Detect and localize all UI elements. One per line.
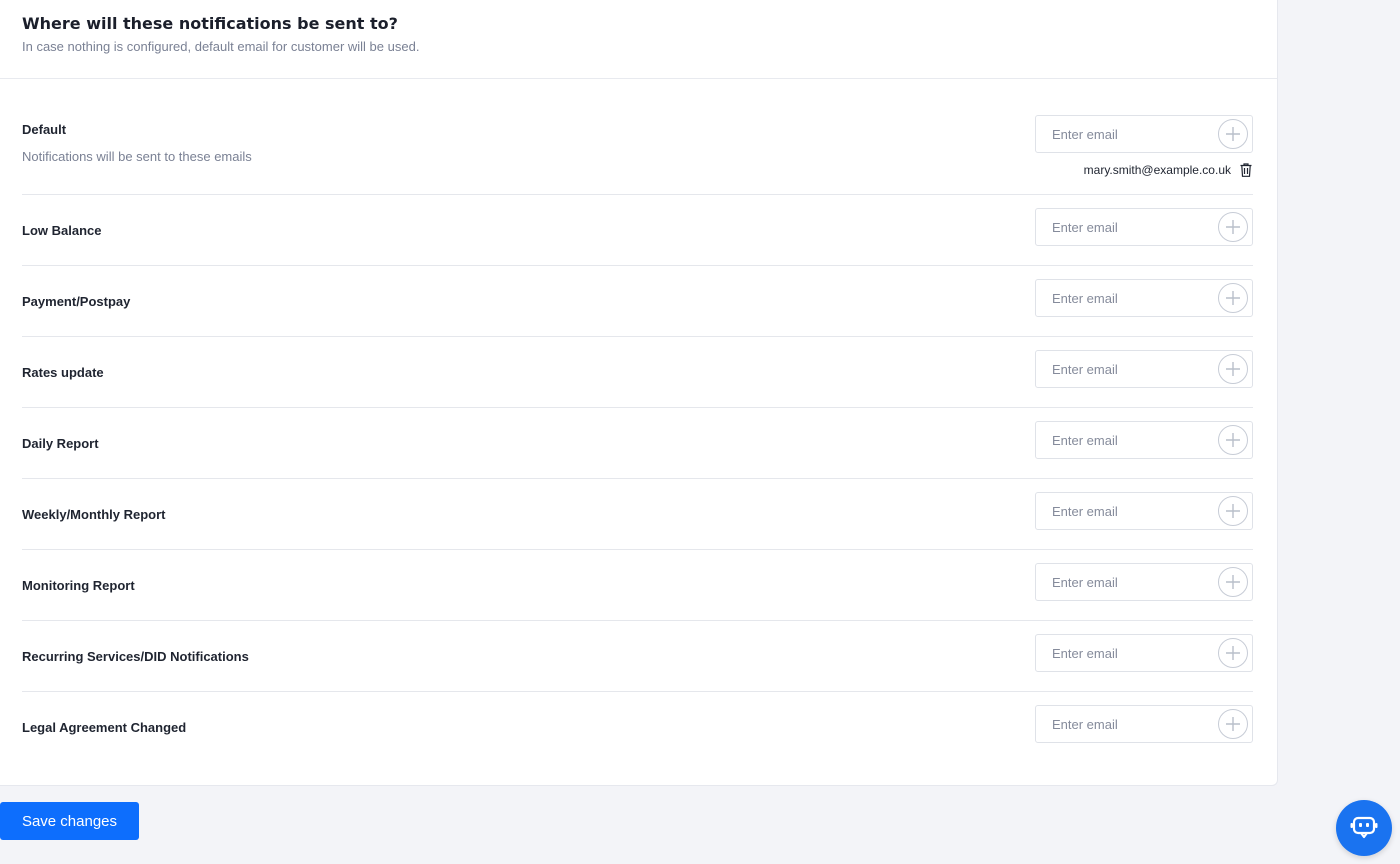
notification-row-default: Default Notifications will be sent to th… bbox=[22, 79, 1253, 195]
email-input-group bbox=[1035, 115, 1253, 153]
email-input[interactable] bbox=[1036, 351, 1206, 387]
notification-rows: Default Notifications will be sent to th… bbox=[0, 79, 1277, 763]
trash-icon bbox=[1240, 163, 1252, 177]
email-input[interactable] bbox=[1036, 280, 1206, 316]
email-entry: mary.smith@example.co.uk bbox=[1084, 163, 1253, 177]
email-input-group bbox=[1035, 208, 1253, 246]
email-input-group bbox=[1035, 279, 1253, 317]
email-input[interactable] bbox=[1036, 706, 1206, 742]
email-input[interactable] bbox=[1036, 493, 1206, 529]
chat-button[interactable] bbox=[1336, 800, 1392, 856]
page-title: Where will these notifications be sent t… bbox=[22, 14, 398, 33]
email-input-group bbox=[1035, 705, 1253, 743]
chatbot-icon bbox=[1350, 816, 1378, 839]
add-email-button[interactable] bbox=[1218, 638, 1248, 668]
email-input[interactable] bbox=[1036, 635, 1206, 671]
plus-circle-icon bbox=[1226, 575, 1240, 589]
notifications-card: Where will these notifications be sent t… bbox=[0, 0, 1278, 786]
add-email-button[interactable] bbox=[1218, 425, 1248, 455]
plus-circle-icon bbox=[1226, 717, 1240, 731]
page-subtitle: In case nothing is configured, default e… bbox=[22, 39, 420, 54]
add-email-button[interactable] bbox=[1218, 354, 1248, 384]
plus-circle-icon bbox=[1226, 291, 1240, 305]
row-label: Weekly/Monthly Report bbox=[22, 507, 166, 522]
add-email-button[interactable] bbox=[1218, 567, 1248, 597]
email-input[interactable] bbox=[1036, 422, 1206, 458]
email-input-group bbox=[1035, 563, 1253, 601]
email-input[interactable] bbox=[1036, 209, 1206, 245]
row-label: Payment/Postpay bbox=[22, 294, 131, 309]
plus-circle-icon bbox=[1226, 362, 1240, 376]
notification-row-payment-postpay: Payment/Postpay bbox=[22, 266, 1253, 337]
notification-row-weekly-monthly-report: Weekly/Monthly Report bbox=[22, 479, 1253, 550]
notification-row-low-balance: Low Balance bbox=[22, 195, 1253, 266]
row-label: Legal Agreement Changed bbox=[22, 720, 187, 735]
plus-circle-icon bbox=[1226, 127, 1240, 141]
add-email-button[interactable] bbox=[1218, 119, 1248, 149]
plus-circle-icon bbox=[1226, 220, 1240, 234]
save-changes-button[interactable]: Save changes bbox=[0, 802, 139, 840]
add-email-button[interactable] bbox=[1218, 283, 1248, 313]
row-label: Rates update bbox=[22, 365, 104, 380]
plus-circle-icon bbox=[1226, 504, 1240, 518]
delete-email-button[interactable] bbox=[1239, 163, 1253, 177]
row-label: Monitoring Report bbox=[22, 578, 135, 593]
row-label: Default bbox=[22, 122, 67, 137]
row-description: Notifications will be sent to these emai… bbox=[22, 149, 252, 164]
plus-circle-icon bbox=[1226, 646, 1240, 660]
notification-row-monitoring-report: Monitoring Report bbox=[22, 550, 1253, 621]
email-address: mary.smith@example.co.uk bbox=[1083, 163, 1231, 177]
plus-circle-icon bbox=[1226, 433, 1240, 447]
add-email-button[interactable] bbox=[1218, 496, 1248, 526]
card-header: Where will these notifications be sent t… bbox=[0, 0, 1277, 79]
row-label: Low Balance bbox=[22, 223, 102, 238]
row-label: Daily Report bbox=[22, 436, 99, 451]
email-input-group bbox=[1035, 634, 1253, 672]
email-input-group bbox=[1035, 492, 1253, 530]
notification-row-legal-agreement: Legal Agreement Changed bbox=[22, 692, 1253, 763]
email-input[interactable] bbox=[1036, 564, 1206, 600]
email-input-group bbox=[1035, 350, 1253, 388]
notification-row-recurring-services: Recurring Services/DID Notifications bbox=[22, 621, 1253, 692]
email-input-group bbox=[1035, 421, 1253, 459]
notification-row-daily-report: Daily Report bbox=[22, 408, 1253, 479]
row-label: Recurring Services/DID Notifications bbox=[22, 649, 249, 664]
email-input[interactable] bbox=[1036, 116, 1206, 152]
add-email-button[interactable] bbox=[1218, 212, 1248, 242]
notification-row-rates-update: Rates update bbox=[22, 337, 1253, 408]
add-email-button[interactable] bbox=[1218, 709, 1248, 739]
